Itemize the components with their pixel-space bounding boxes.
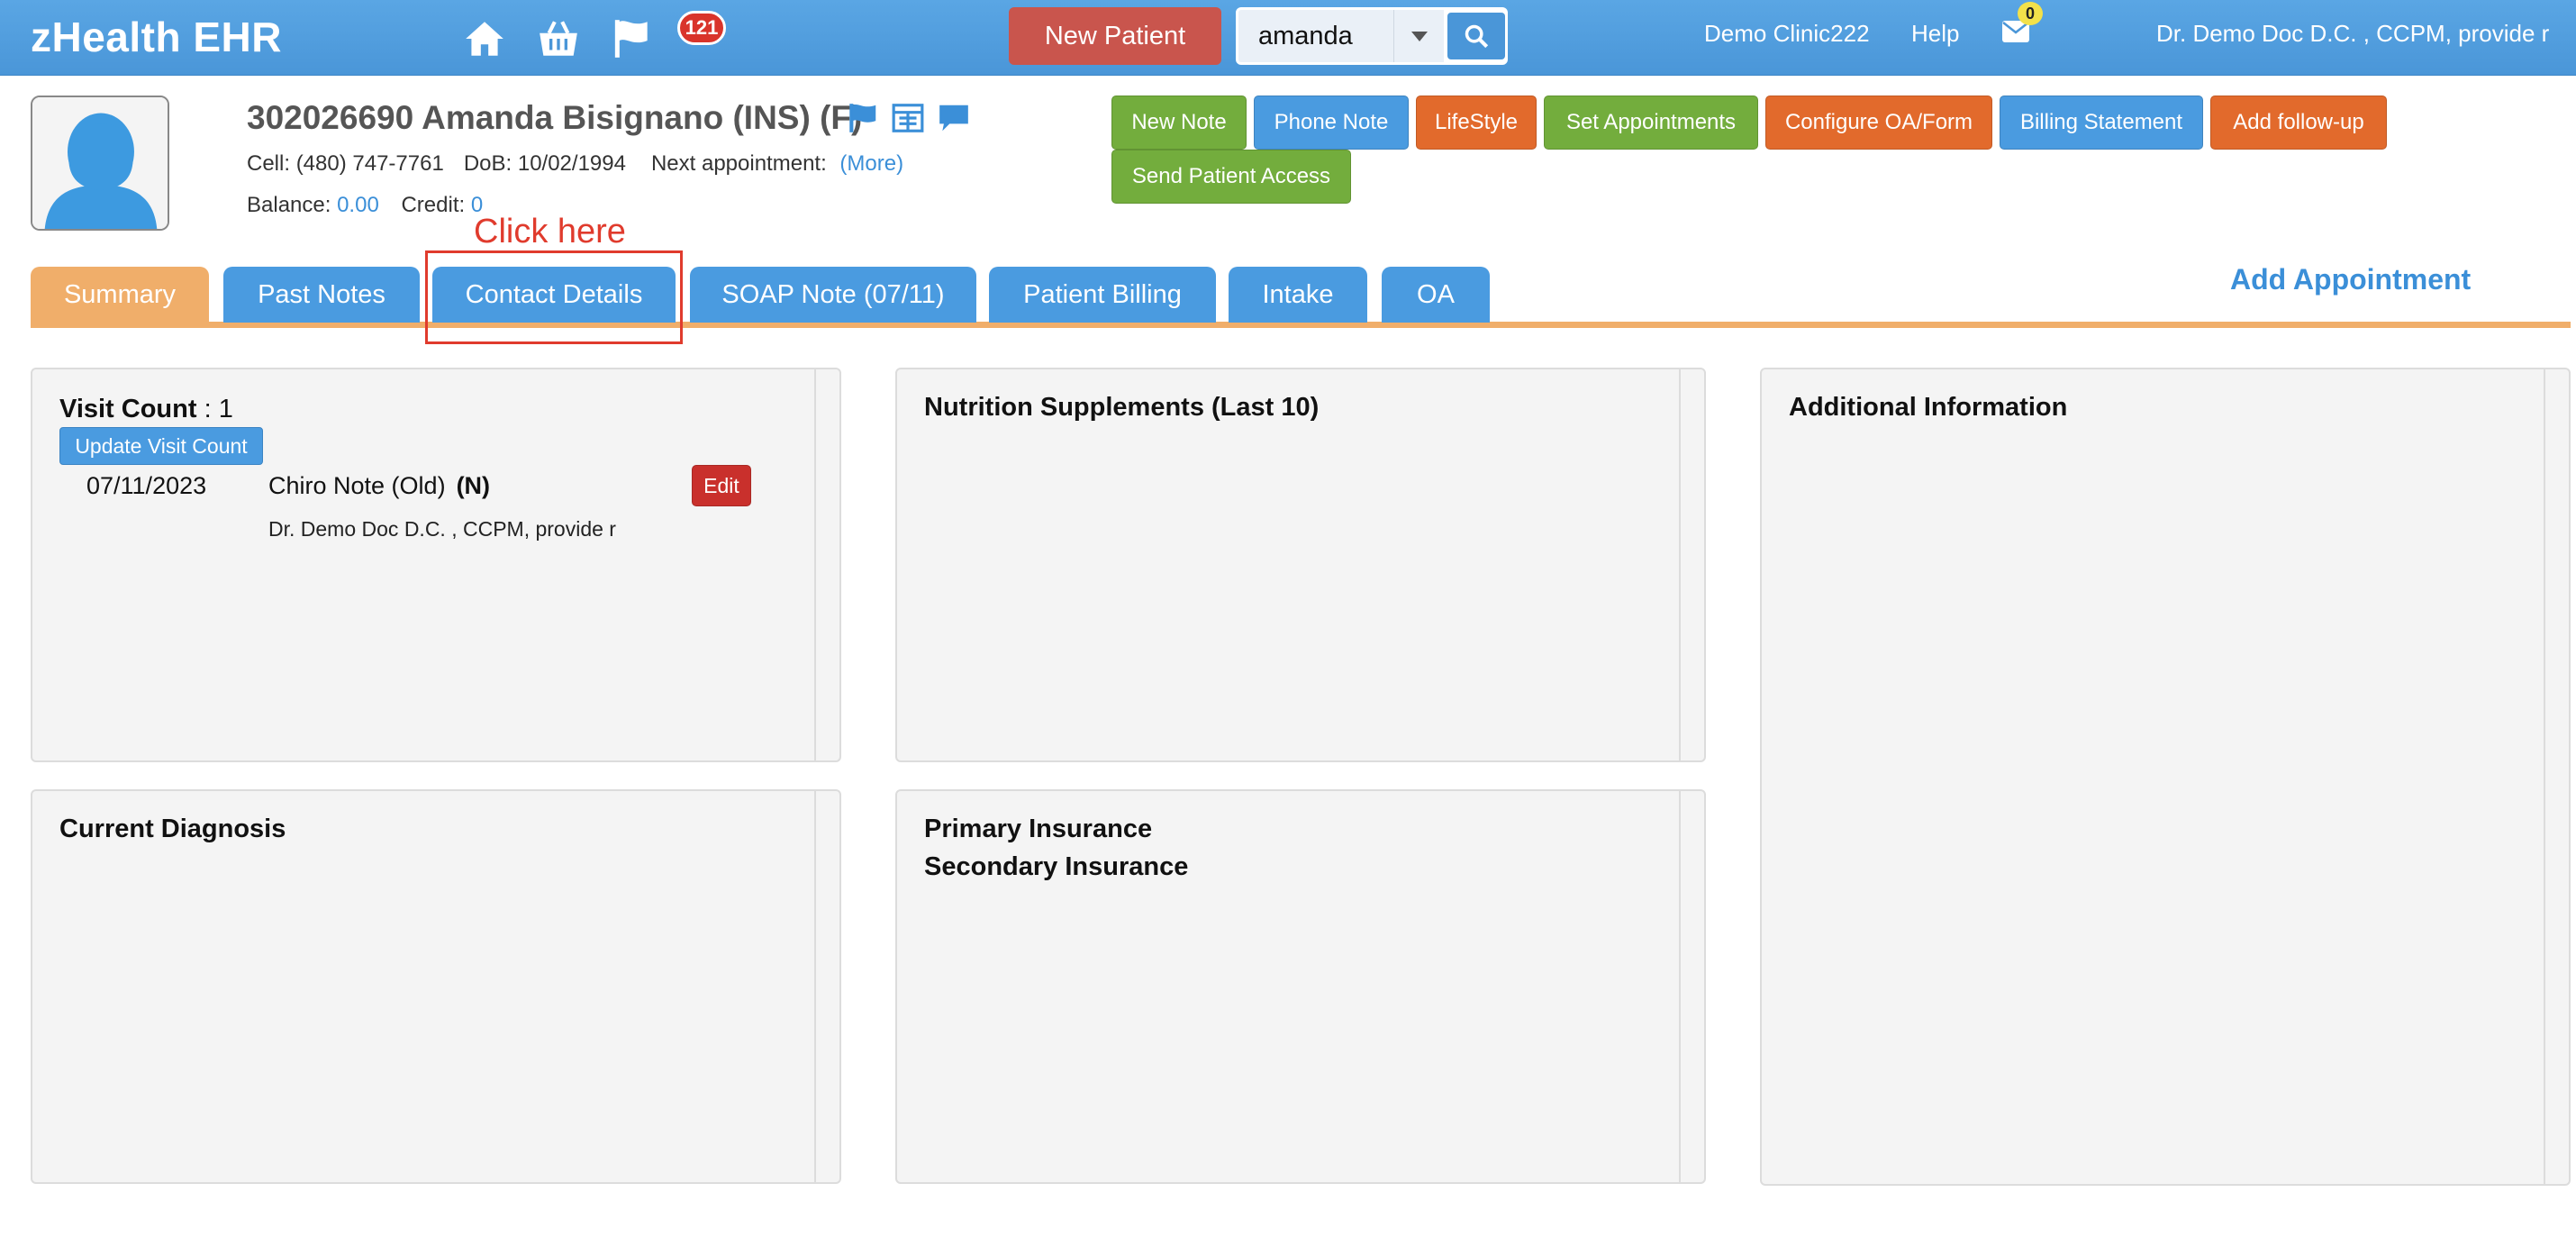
patient-contact-line: Cell: (480) 747-7761 DoB: 10/02/1994 Next … (247, 151, 904, 176)
notification-badge[interactable]: 121 (677, 11, 726, 45)
next-appointment-more-link[interactable]: (More) (839, 151, 903, 176)
configure-oa-form-button[interactable]: Configure OA/Form (1765, 96, 1992, 150)
patient-avatar[interactable] (31, 96, 169, 231)
visits-panel: Visit Count : 1 Update Visit Count 07/11… (31, 368, 841, 762)
edit-note-button[interactable]: Edit (692, 465, 751, 506)
patient-cell: (480) 747-7761 (295, 151, 444, 176)
tab-intake[interactable]: Intake (1229, 267, 1367, 323)
note-provider: Dr. Demo Doc D.C. , CCPM, provide r (268, 517, 616, 541)
additional-info-panel: Additional Information (1760, 368, 2571, 1186)
flag-icon[interactable] (609, 16, 656, 61)
app-brand[interactable]: zHealth EHR (31, 13, 282, 61)
new-note-button[interactable]: New Note (1111, 96, 1247, 150)
tab-summary[interactable]: Summary (31, 267, 209, 323)
search-icon (1465, 24, 1489, 49)
phone-note-button[interactable]: Phone Note (1254, 96, 1409, 150)
update-visit-count-button[interactable]: Update Visit Count (59, 427, 263, 465)
panel-scrollbar[interactable] (814, 369, 839, 760)
tab-oa[interactable]: OA (1382, 267, 1490, 323)
patient-header-icons (845, 101, 977, 137)
home-icon[interactable] (461, 16, 508, 61)
billing-statement-button[interactable]: Billing Statement (2000, 96, 2203, 150)
secondary-insurance-label: Secondary Insurance (924, 852, 1189, 881)
user-menu[interactable]: Dr. Demo Doc D.C. , CCPM, provide r (2156, 20, 2549, 48)
tab-soap-note[interactable]: SOAP Note (07/11) (690, 267, 976, 323)
billing-icon[interactable] (890, 101, 926, 135)
primary-insurance-label: Primary Insurance (924, 815, 1153, 843)
help-link[interactable]: Help (1911, 20, 1959, 48)
additional-info-title: Additional Information (1789, 393, 2068, 422)
basket-icon[interactable] (535, 16, 582, 61)
search-dropdown-toggle[interactable] (1393, 10, 1444, 62)
diagnosis-title: Current Diagnosis (59, 815, 286, 843)
send-patient-access-button[interactable]: Send Patient Access (1111, 150, 1351, 204)
panel-scrollbar[interactable] (814, 791, 839, 1182)
note-date[interactable]: 07/11/2023 (86, 472, 206, 500)
lifestyle-button[interactable]: LifeStyle (1416, 96, 1537, 150)
add-follow-up-button[interactable]: Add follow-up (2210, 96, 2387, 150)
clinic-link[interactable]: Demo Clinic222 (1704, 20, 1870, 48)
patient-balance-line: Balance: 0.00 Credit: 0 (247, 193, 484, 217)
search-input[interactable] (1238, 10, 1393, 62)
diagnosis-panel: Current Diagnosis (31, 789, 841, 1184)
set-appointments-button[interactable]: Set Appointments (1544, 96, 1758, 150)
annotation-label: Click here (474, 213, 626, 250)
patient-name: 302026690 Amanda Bisignano (INS) (F) (247, 99, 863, 136)
top-navbar: zHealth EHR 121 New Patient Demo Clinic2… (0, 0, 2576, 76)
new-patient-button[interactable]: New Patient (1009, 7, 1221, 65)
nutrition-title: Nutrition Supplements (Last 10) (924, 393, 1320, 422)
patient-balance[interactable]: 0.00 (337, 193, 379, 217)
tab-patient-billing[interactable]: Patient Billing (989, 267, 1216, 323)
patient-dob: 10/02/1994 (517, 151, 626, 176)
annotation-highlight-box (425, 250, 683, 344)
note-type[interactable]: Chiro Note (Old) (N) (268, 472, 490, 500)
chat-icon[interactable] (936, 101, 972, 135)
panel-scrollbar[interactable] (2544, 369, 2569, 1184)
insurance-panel: Primary Insurance Secondary Insurance (895, 789, 1706, 1184)
nutrition-panel: Nutrition Supplements (Last 10) (895, 368, 1706, 762)
visit-count: Visit Count : 1 (59, 395, 233, 423)
mail-count-badge: 0 (2018, 2, 2043, 25)
panel-scrollbar[interactable] (1679, 369, 1704, 760)
panel-scrollbar[interactable] (1679, 791, 1704, 1182)
add-appointment-link[interactable]: Add Appointment (2230, 263, 2471, 296)
tab-past-notes[interactable]: Past Notes (223, 267, 420, 323)
visit-count-value: 1 (218, 395, 233, 423)
search-button[interactable] (1447, 13, 1505, 59)
flag-icon[interactable] (845, 101, 881, 135)
patient-search (1236, 7, 1508, 65)
tab-underline (31, 322, 2571, 328)
